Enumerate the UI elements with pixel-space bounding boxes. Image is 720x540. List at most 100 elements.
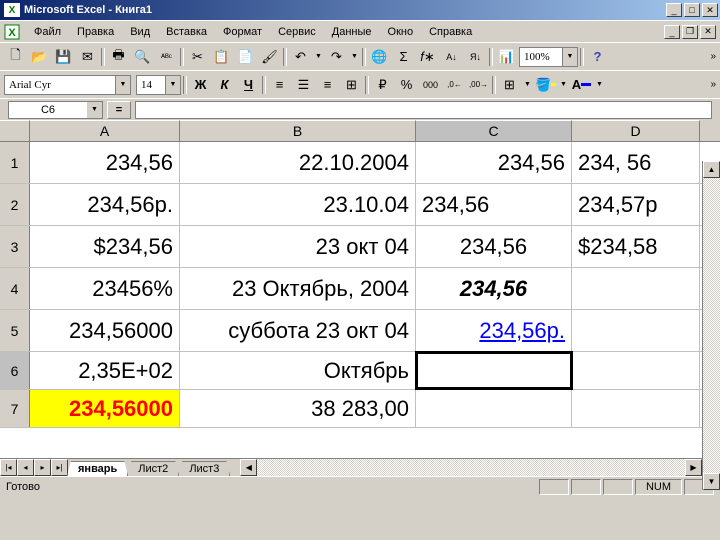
formula-edit-button[interactable]: = [107, 101, 131, 119]
size-combo[interactable]: ▼ [136, 75, 181, 95]
help-button[interactable]: ? [586, 46, 609, 68]
tab-nav-last[interactable]: ▸| [51, 459, 68, 476]
cell-A5[interactable]: 234,56000 [30, 310, 180, 351]
sheet-tab-1[interactable]: январь [67, 461, 128, 476]
cell-D7[interactable] [572, 390, 700, 427]
print-button[interactable]: 🖶 [107, 46, 130, 68]
menu-help[interactable]: Справка [421, 24, 480, 40]
cell-A4[interactable]: 23456% [30, 268, 180, 309]
scroll-up-button[interactable]: ▲ [703, 161, 720, 178]
vscroll-track[interactable] [703, 178, 720, 473]
borders-button[interactable]: ⊞ [498, 74, 521, 96]
row-header-5[interactable]: 5 [0, 310, 30, 351]
align-right-button[interactable]: ≡ [316, 74, 339, 96]
row-header-1[interactable]: 1 [0, 142, 30, 183]
formula-bar[interactable] [135, 101, 712, 119]
cell-D3[interactable]: $234,58 [572, 226, 700, 267]
cell-D1[interactable]: 234, 56 [572, 142, 700, 183]
menu-data[interactable]: Данные [324, 24, 380, 40]
percent-button[interactable]: % [395, 74, 418, 96]
cell-D5[interactable] [572, 310, 700, 351]
size-dropdown-icon[interactable]: ▼ [165, 76, 180, 94]
cell-C5[interactable]: 234,56р. [416, 310, 572, 351]
cell-B2[interactable]: 23.10.04 [180, 184, 416, 225]
menu-edit[interactable]: Правка [69, 24, 122, 40]
bold-button[interactable]: Ж [189, 74, 212, 96]
redo-button[interactable]: ↷ [325, 46, 348, 68]
cut-button[interactable]: ✂ [186, 46, 209, 68]
col-header-d[interactable]: D [572, 120, 700, 141]
borders-dropdown[interactable]: ▼ [522, 74, 533, 96]
sort-asc-button[interactable]: А↓ [440, 46, 463, 68]
cell-C7[interactable] [416, 390, 572, 427]
cell-C4[interactable]: 234,56 [416, 268, 572, 309]
font-combo[interactable]: ▼ [4, 75, 131, 95]
function-button[interactable]: f∗ [416, 46, 439, 68]
increase-decimal-button[interactable]: ,0← [443, 74, 466, 96]
hscroll-track[interactable] [257, 459, 685, 476]
print-preview-button[interactable]: 🔍 [131, 46, 154, 68]
doc-restore-button[interactable]: ❐ [682, 25, 698, 39]
scroll-down-button[interactable]: ▼ [703, 473, 720, 490]
font-color-button[interactable]: А [570, 74, 593, 96]
font-color-dropdown[interactable]: ▼ [594, 74, 605, 96]
copy-button[interactable]: 📋 [210, 46, 233, 68]
cell-B4[interactable]: 23 Октябрь, 2004 [180, 268, 416, 309]
cell-B6[interactable]: Октябрь [180, 352, 416, 389]
align-center-button[interactable]: ☰ [292, 74, 315, 96]
font-dropdown-icon[interactable]: ▼ [115, 76, 130, 94]
menu-window[interactable]: Окно [380, 24, 422, 40]
minimize-button[interactable]: _ [666, 3, 682, 17]
cell-A7[interactable]: 234,56000 [30, 390, 180, 427]
email-button[interactable]: ✉ [76, 46, 99, 68]
cell-D6[interactable] [572, 352, 700, 389]
col-header-b[interactable]: B [180, 120, 416, 141]
col-header-a[interactable]: A [30, 120, 180, 141]
currency-button[interactable]: ₽ [371, 74, 394, 96]
menu-tools[interactable]: Сервис [270, 24, 324, 40]
row-header-4[interactable]: 4 [0, 268, 30, 309]
menu-insert[interactable]: Вставка [158, 24, 215, 40]
scroll-right-button[interactable]: ▶ [685, 459, 702, 476]
vertical-scrollbar[interactable]: ▲ ▼ [702, 161, 720, 490]
doc-close-button[interactable]: ✕ [700, 25, 716, 39]
cell-C1[interactable]: 234,56 [416, 142, 572, 183]
spelling-button[interactable]: ᴬᴮᶜ [155, 46, 178, 68]
row-header-3[interactable]: 3 [0, 226, 30, 267]
menu-format[interactable]: Формат [215, 24, 270, 40]
paste-button[interactable]: 📄 [234, 46, 257, 68]
menu-view[interactable]: Вид [122, 24, 158, 40]
format-painter-button[interactable]: 🖌 [258, 46, 281, 68]
tab-nav-prev[interactable]: ◂ [17, 459, 34, 476]
autosum-button[interactable]: Σ [392, 46, 415, 68]
undo-button[interactable]: ↶ [289, 46, 312, 68]
font-input[interactable] [5, 76, 115, 94]
doc-minimize-button[interactable]: _ [664, 25, 680, 39]
fill-color-button[interactable]: 🪣 [534, 74, 557, 96]
col-header-c[interactable]: C [416, 120, 572, 141]
row-header-2[interactable]: 2 [0, 184, 30, 225]
horizontal-scrollbar[interactable]: ◀ ▶ [240, 459, 702, 476]
scroll-left-button[interactable]: ◀ [240, 459, 257, 476]
name-box[interactable]: ▼ [8, 101, 103, 119]
size-input[interactable] [137, 76, 165, 94]
undo-dropdown[interactable]: ▼ [313, 46, 324, 68]
tab-nav-first[interactable]: |◂ [0, 459, 17, 476]
zoom-combo[interactable]: ▼ [519, 47, 578, 67]
merge-center-button[interactable]: ⊞ [340, 74, 363, 96]
cell-C3[interactable]: 234,56 [416, 226, 572, 267]
chart-button[interactable]: 📊 [495, 46, 518, 68]
cell-A1[interactable]: 234,56 [30, 142, 180, 183]
name-box-dropdown-icon[interactable]: ▼ [87, 102, 102, 118]
cell-A2[interactable]: 234,56р. [30, 184, 180, 225]
select-all-corner[interactable] [0, 120, 30, 141]
decrease-decimal-button[interactable]: ,00→ [467, 74, 490, 96]
cell-D2[interactable]: 234,57р [572, 184, 700, 225]
cell-B3[interactable]: 23 окт 04 [180, 226, 416, 267]
cell-D4[interactable] [572, 268, 700, 309]
sort-desc-button[interactable]: Я↓ [464, 46, 487, 68]
tab-nav-next[interactable]: ▸ [34, 459, 51, 476]
sheet-tab-2[interactable]: Лист2 [127, 461, 179, 476]
italic-button[interactable]: К [213, 74, 236, 96]
cell-A6[interactable]: 2,35E+02 [30, 352, 180, 389]
